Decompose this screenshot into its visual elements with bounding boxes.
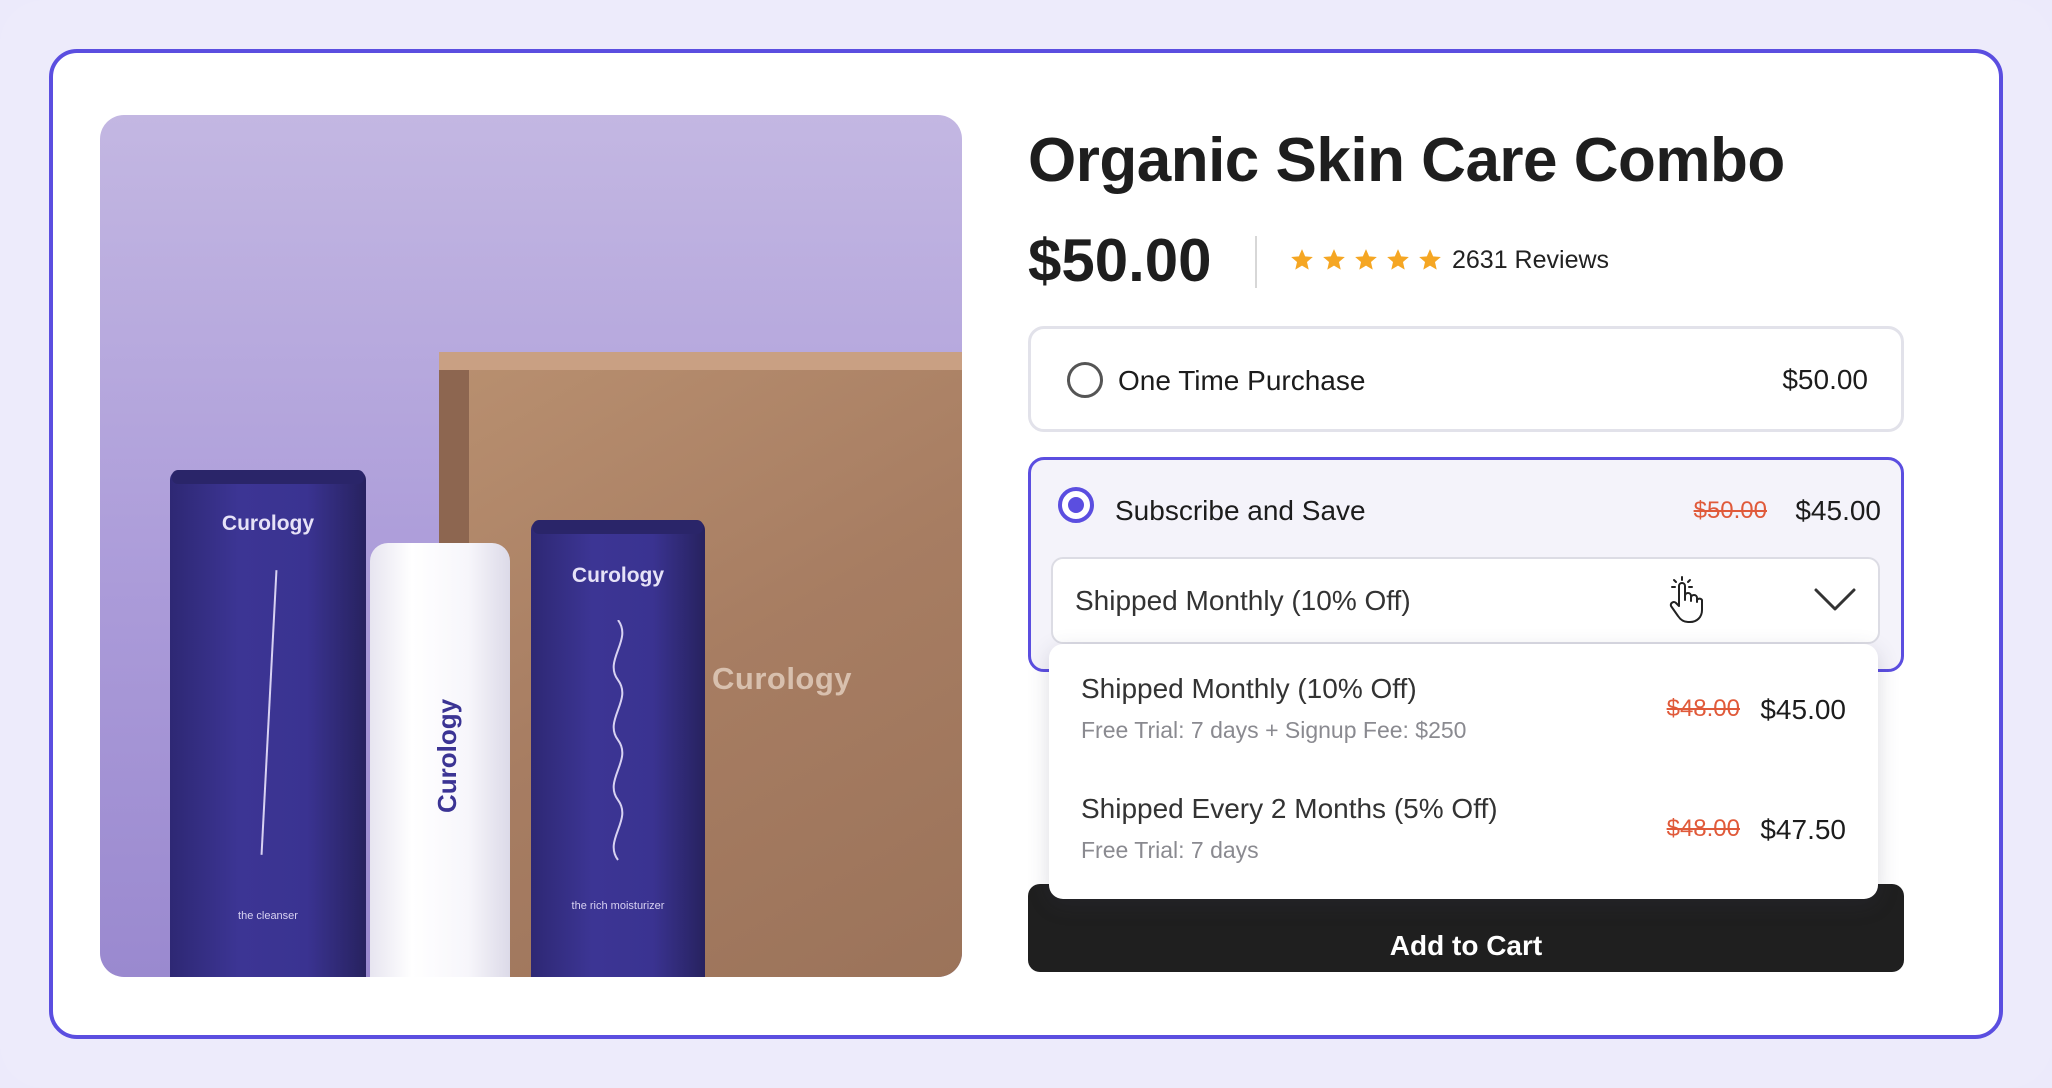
dropdown-option-every-2-months[interactable]: Shipped Every 2 Months (5% Off) Free Tri…	[1049, 764, 1878, 884]
cleanser-tube: Curology the cleanser	[170, 470, 366, 977]
page-background: Curology Curology the cleanser Curology …	[0, 0, 2052, 1088]
price-divider	[1255, 236, 1257, 288]
tube-cap	[172, 470, 364, 484]
star-icon	[1355, 249, 1377, 270]
dropdown-option-monthly[interactable]: Shipped Monthly (10% Off) Free Trial: 7 …	[1049, 644, 1878, 764]
product-price: $50.00	[1028, 227, 1212, 294]
tube-decoration	[260, 570, 278, 855]
tube-cap	[533, 520, 703, 534]
star-icon	[1291, 249, 1313, 270]
option-old-price: $50.00	[1693, 497, 1767, 524]
box-brand-logo: Curology	[712, 661, 853, 696]
reviews-link[interactable]: 2631 Reviews	[1452, 246, 1609, 275]
star-icon	[1419, 249, 1441, 270]
tube-brand-logo: Curology	[571, 564, 665, 587]
moisturizer-tube: Curology the rich moisturizer	[531, 520, 705, 977]
dropdown-option-price: $45.00	[1760, 694, 1846, 725]
frequency-select-value: Shipped Monthly (10% Off)	[1075, 585, 1411, 616]
option-price: $45.00	[1795, 495, 1881, 526]
frequency-select[interactable]: Shipped Monthly (10% Off)	[1051, 557, 1880, 644]
dropdown-option-old-price: $48.00	[1666, 695, 1740, 722]
one-time-purchase-option[interactable]: One Time Purchase $50.00	[1028, 326, 1904, 432]
dropdown-option-subtitle: Free Trial: 7 days + Signup Fee: $250	[1081, 717, 1467, 743]
star-icon	[1323, 249, 1345, 270]
dropdown-option-title: Shipped Every 2 Months (5% Off)	[1081, 793, 1498, 824]
wave-decoration	[612, 620, 624, 861]
tube-product-name: the cleanser	[238, 910, 298, 922]
rating-stars	[1289, 247, 1443, 273]
radio-icon[interactable]	[1058, 487, 1094, 523]
frequency-dropdown-menu: Shipped Monthly (10% Off) Free Trial: 7 …	[1049, 644, 1878, 899]
hand-pointer-icon	[1669, 576, 1703, 623]
dropdown-option-old-price: $48.00	[1666, 815, 1740, 842]
option-price: $50.00	[1782, 364, 1868, 395]
chevron-down-icon[interactable]	[1813, 585, 1857, 615]
product-title: Organic Skin Care Combo	[1028, 126, 1785, 195]
tube-brand-logo: Curology	[221, 512, 315, 535]
subscribe-and-save-option[interactable]: Subscribe and Save $50.00 $45.00 Shipped…	[1028, 457, 1904, 672]
option-label: One Time Purchase	[1118, 365, 1366, 396]
option-label: Subscribe and Save	[1115, 495, 1366, 526]
serum-bottle: Curology	[370, 543, 510, 977]
star-icon	[1387, 249, 1409, 270]
dropdown-option-subtitle: Free Trial: 7 days	[1081, 837, 1259, 863]
bottle-brand-logo: Curology	[432, 698, 462, 813]
shipping-box-top	[439, 352, 962, 370]
tube-product-name: the rich moisturizer	[571, 900, 665, 912]
product-image: Curology Curology the cleanser Curology …	[100, 115, 962, 977]
dropdown-option-title: Shipped Monthly (10% Off)	[1081, 673, 1417, 704]
dropdown-option-price: $47.50	[1760, 814, 1846, 845]
radio-icon[interactable]	[1067, 362, 1103, 398]
